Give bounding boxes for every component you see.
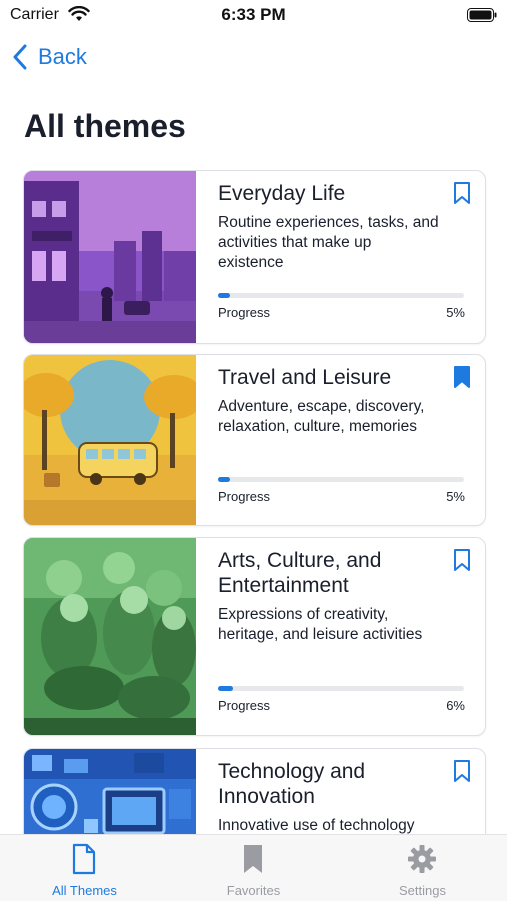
progress-label: Progress (218, 489, 271, 504)
bookmark-filled-icon[interactable] (453, 365, 471, 389)
progress-bar (218, 293, 464, 298)
progress-bar (218, 477, 464, 482)
progress-label: Progress (218, 305, 271, 320)
theme-card[interactable]: Technology and Innovation Innovative use… (23, 748, 486, 834)
progress-fill (218, 686, 233, 691)
themes-list[interactable]: Everyday Life Routine experiences, tasks… (0, 170, 507, 834)
tab-bar: All Themes Favorites Settings (0, 834, 507, 901)
tab-all-themes[interactable]: All Themes (0, 835, 169, 901)
progress-label: Progress (218, 698, 271, 713)
theme-description: Expressions of creativity, heritage, and… (218, 606, 423, 643)
back-label: Back (38, 44, 87, 69)
progress-bar (218, 686, 464, 691)
theme-title: Technology and Innovation (218, 760, 366, 808)
bookmark-icon[interactable] (453, 181, 471, 205)
chevron-left-icon (13, 44, 27, 70)
progress-fill (218, 293, 231, 298)
progress-fill (218, 477, 231, 482)
theme-image (24, 355, 196, 525)
theme-title: Travel and Leisure (218, 366, 392, 389)
progress-value: 5% (446, 305, 465, 320)
page-title: All themes (24, 108, 186, 144)
bookmark-icon (244, 845, 262, 873)
theme-image (24, 749, 196, 834)
tab-settings[interactable]: Settings (338, 835, 507, 901)
back-button[interactable]: Back (12, 44, 87, 70)
tab-favorites[interactable]: Favorites (169, 835, 338, 901)
tab-label: Settings (399, 883, 446, 898)
tab-label: All Themes (52, 883, 117, 898)
bookmark-icon[interactable] (453, 548, 471, 572)
theme-description: Innovative use of technology (218, 817, 415, 834)
theme-image (24, 171, 196, 343)
tab-label: Favorites (226, 883, 281, 898)
theme-description: Routine experiences, tasks, and activiti… (218, 214, 439, 271)
theme-title: Everyday Life (218, 182, 346, 205)
progress-value: 5% (446, 489, 465, 504)
theme-card[interactable]: Travel and Leisure Adventure, escape, di… (23, 354, 486, 526)
status-bar: Carrier 6:33 PM (0, 0, 507, 30)
theme-card[interactable]: Arts, Culture, and Entertainment Express… (23, 537, 486, 736)
bookmark-icon[interactable] (453, 759, 471, 783)
document-icon (72, 843, 96, 875)
theme-image (24, 538, 196, 735)
clock: 6:33 PM (221, 5, 286, 24)
theme-card[interactable]: Everyday Life Routine experiences, tasks… (23, 170, 486, 344)
progress-value: 6% (446, 698, 465, 713)
gear-icon (408, 845, 436, 873)
battery-icon (467, 8, 497, 22)
theme-description: Adventure, escape, discovery, relaxation… (218, 398, 425, 435)
theme-title: Arts, Culture, and Entertainment (218, 549, 382, 597)
